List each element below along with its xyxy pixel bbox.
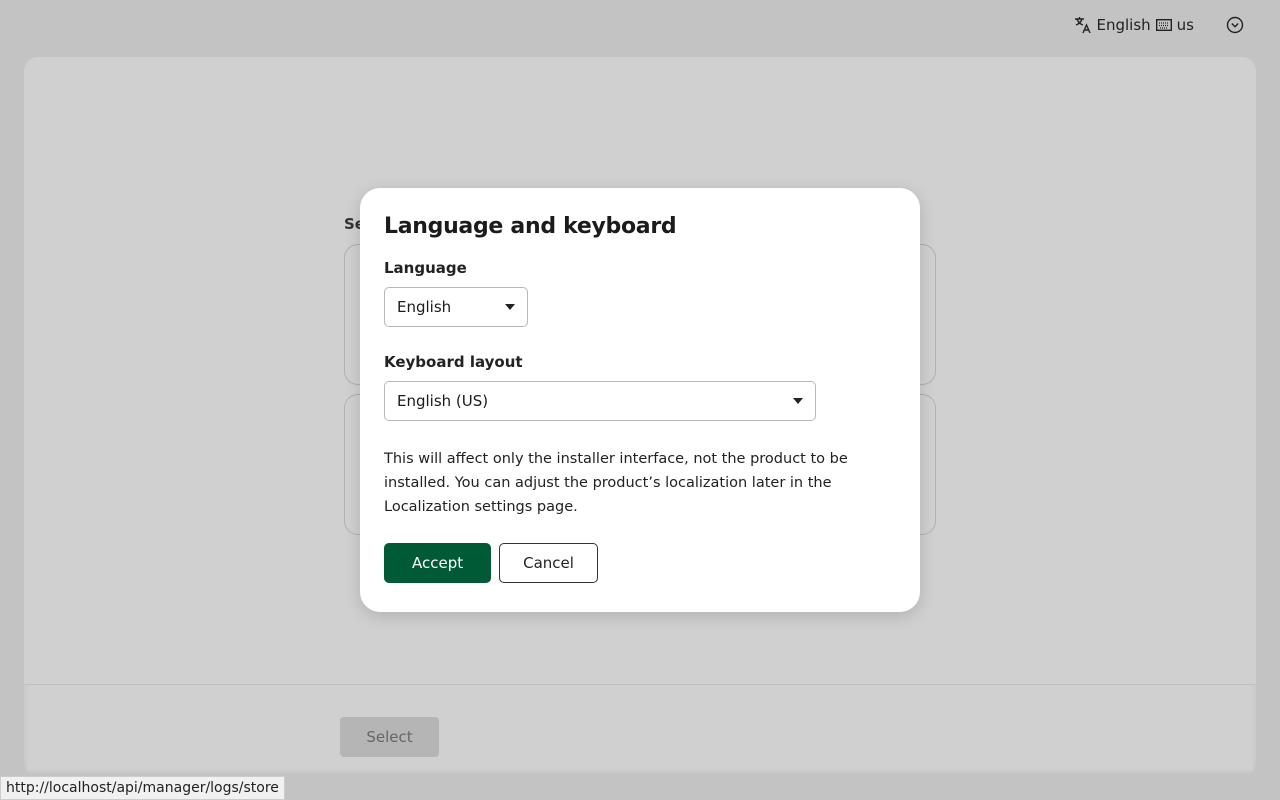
options-chevron-down-icon[interactable]	[1226, 16, 1244, 34]
footer-bar: Select	[24, 684, 1256, 776]
keyboard-icon	[1155, 19, 1172, 31]
select-button[interactable]: Select	[340, 717, 439, 757]
caret-down-icon	[793, 398, 803, 404]
language-select[interactable]: English	[384, 287, 528, 327]
language-select-value: English	[397, 298, 452, 316]
dialog-title: Language and keyboard	[384, 214, 677, 239]
keyboard-indicator: us	[1176, 16, 1194, 34]
accept-button[interactable]: Accept	[384, 543, 492, 583]
dialog-description: This will affect only the installer inte…	[384, 451, 848, 515]
status-bar-url: http://localhost/api/manager/logs/store	[0, 776, 285, 800]
translate-icon	[1074, 16, 1092, 34]
language-keyboard-dialog: Language and keyboard Language English K…	[360, 188, 920, 612]
keyboard-layout-value: English (US)	[397, 392, 489, 410]
cancel-button[interactable]: Cancel	[499, 543, 598, 583]
caret-down-icon	[505, 304, 515, 310]
keyboard-layout-select[interactable]: English (US)	[384, 381, 816, 421]
language-label: Language	[384, 259, 467, 277]
keyboard-layout-label: Keyboard layout	[384, 353, 523, 371]
top-bar: English us	[1074, 16, 1245, 34]
language-keyboard-button[interactable]: English us	[1074, 16, 1194, 34]
language-indicator: English	[1096, 16, 1151, 34]
